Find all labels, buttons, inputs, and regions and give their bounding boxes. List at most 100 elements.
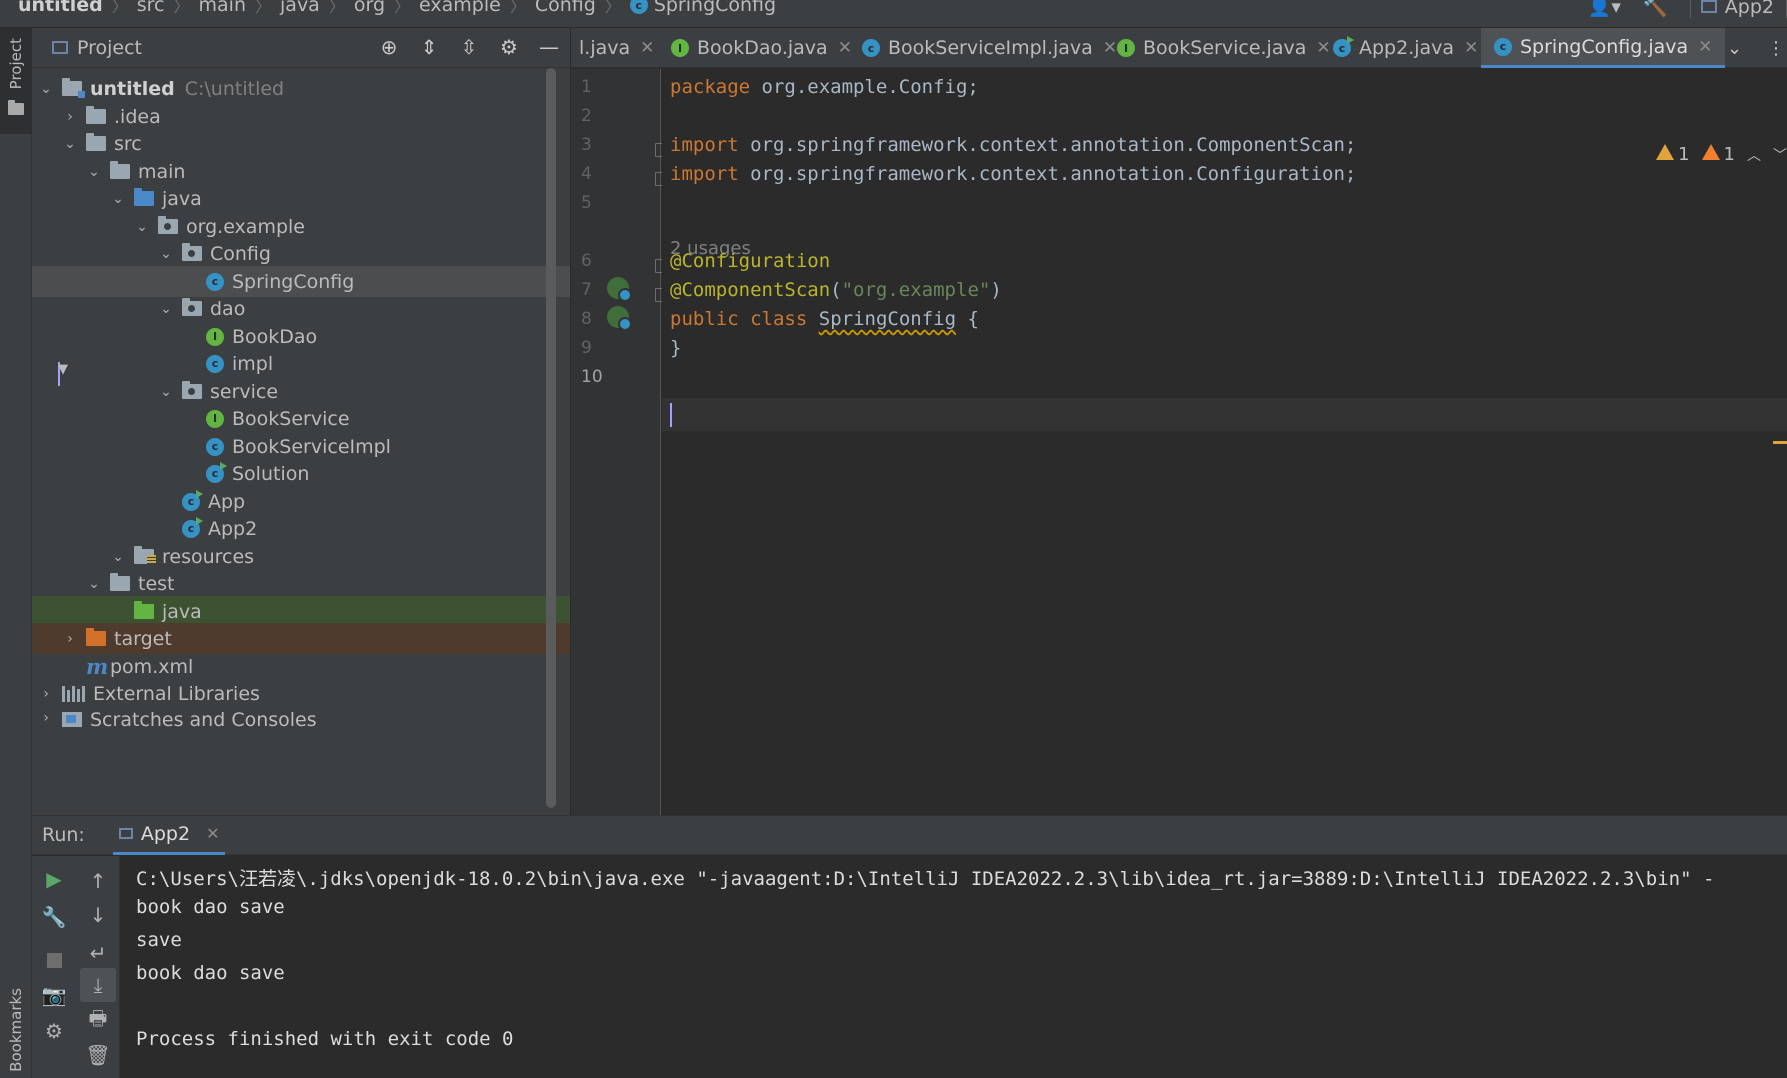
breadcrumb-separator: 〉: [509, 0, 526, 16]
camera-icon[interactable]: 📷: [32, 978, 76, 1012]
tree-item-app2[interactable]: c App2: [32, 513, 570, 544]
tree-item-java[interactable]: ⌄ java: [32, 183, 570, 214]
project-view-icon: [52, 41, 68, 54]
breadcrumb-item-untitled[interactable]: untitled: [18, 0, 103, 16]
warning-count-b[interactable]: 1: [1701, 144, 1735, 165]
package-icon: [182, 298, 202, 316]
chevron-right-icon[interactable]: ›: [38, 710, 54, 726]
chevron-right-icon[interactable]: ›: [62, 109, 78, 125]
chevron-up-icon[interactable]: ︿: [1747, 145, 1761, 165]
tree-item-label: dao: [210, 297, 246, 320]
arrow-up-icon[interactable]: ↑: [76, 864, 120, 898]
class-icon: c: [206, 354, 224, 373]
project-scrollbar[interactable]: [546, 68, 556, 808]
user-account-icon[interactable]: 👤▾: [1588, 0, 1621, 18]
chevron-down-icon[interactable]: ⌄: [158, 301, 174, 317]
project-view-title[interactable]: Project: [77, 37, 142, 59]
tree-item-src[interactable]: ⌄ src: [32, 128, 570, 159]
scrollbar-warning-marker[interactable]: [1773, 441, 1787, 444]
collapse-all-icon[interactable]: ⇳: [456, 34, 482, 60]
wrench-icon[interactable]: 🔧: [32, 900, 76, 934]
tree-item-bookservice[interactable]: I BookService: [32, 403, 570, 434]
chevron-right-icon[interactable]: ›: [62, 631, 78, 647]
breadcrumb-item-springconfig[interactable]: SpringConfig: [654, 0, 776, 16]
code-text: org.springframework.context.annotation.C…: [738, 163, 1357, 185]
chevron-down-icon[interactable]: ﹀: [1773, 145, 1787, 165]
chevron-down-icon[interactable]: ⌄: [38, 81, 54, 97]
build-hammer-icon[interactable]: 🔨: [1643, 0, 1668, 18]
tree-item-external-libraries[interactable]: › External Libraries: [32, 678, 570, 709]
warning-count-text: 1: [1678, 144, 1690, 165]
chevron-down-icon[interactable]: ⌄: [110, 191, 126, 207]
tree-item-test[interactable]: ⌄ test: [32, 568, 570, 599]
more-options-icon[interactable]: ⋮: [1767, 28, 1785, 68]
code-text: org.example.Config;: [750, 76, 979, 98]
breadcrumb-item-src[interactable]: src: [137, 0, 165, 16]
chevron-down-icon[interactable]: ⌄: [134, 219, 150, 235]
line-number: 3: [581, 135, 592, 155]
soft-wrap-icon[interactable]: ↵: [76, 936, 120, 970]
trash-icon[interactable]: 🗑: [76, 1038, 120, 1072]
close-icon[interactable]: ✕: [206, 824, 219, 843]
tab-bookserviceimpl[interactable]: c BookServiceImpl.java ✕: [862, 28, 1117, 68]
test-source-folder-icon: [134, 601, 154, 619]
chevron-down-icon[interactable]: ⌄: [86, 164, 102, 180]
chevron-down-icon[interactable]: ⌄: [110, 549, 126, 565]
breadcrumb-separator: 〉: [255, 0, 272, 16]
tree-item-target[interactable]: › target: [32, 623, 570, 654]
bookmarks-tool-tab[interactable]: Bookmarks: [0, 978, 32, 1078]
breadcrumb-item-main[interactable]: main: [199, 0, 246, 16]
tree-item-config[interactable]: ⌄ Config: [32, 238, 570, 269]
chevron-down-icon[interactable]: ⌄: [62, 136, 78, 152]
chevron-down-icon[interactable]: ⌄: [86, 576, 102, 592]
close-icon[interactable]: ✕: [1316, 38, 1330, 58]
tree-item-untitled[interactable]: ⌄ untitled C:\untitled: [32, 73, 570, 104]
breadcrumb-item-org[interactable]: org: [354, 0, 385, 16]
tab-springconfig[interactable]: c SpringConfig.java ✕: [1481, 28, 1726, 68]
run-console[interactable]: C:\Users\汪若凌\.jdks\openjdk-18.0.2\bin\ja…: [121, 856, 1787, 1078]
hide-panel-icon[interactable]: —: [536, 34, 562, 60]
close-icon[interactable]: ✕: [1698, 37, 1712, 57]
package-icon: [158, 216, 178, 234]
close-icon[interactable]: ✕: [1464, 38, 1478, 58]
print-icon[interactable]: 🖶: [76, 1004, 120, 1038]
tab-hidden-java[interactable]: l.java ✕: [579, 28, 654, 68]
spring-bean-gutter-icon[interactable]: [607, 277, 632, 302]
maven-icon: m: [86, 654, 109, 679]
warning-count-a[interactable]: 1: [1656, 144, 1690, 165]
tree-item-solution[interactable]: c Solution: [32, 458, 570, 489]
breadcrumb-item-java[interactable]: java: [280, 0, 320, 16]
interface-icon: I: [1117, 39, 1135, 57]
gear-icon[interactable]: ⚙: [496, 34, 522, 60]
breadcrumb-item-config[interactable]: Config: [535, 0, 596, 16]
tab-app2[interactable]: c App2.java ✕: [1333, 28, 1478, 68]
project-tool-tab[interactable]: Project: [0, 28, 32, 134]
close-icon[interactable]: ✕: [1103, 38, 1117, 58]
chevron-down-icon[interactable]: ⌄: [1727, 28, 1742, 68]
select-opened-file-icon[interactable]: ⊕: [376, 34, 402, 60]
tree-item-dao[interactable]: ⌄ dao: [32, 293, 570, 324]
chevron-right-icon[interactable]: ›: [38, 686, 54, 702]
tab-bookdao[interactable]: I BookDao.java ✕: [671, 28, 852, 68]
tab-bookservice[interactable]: I BookService.java ✕: [1117, 28, 1331, 68]
run-label: Run:: [42, 824, 85, 846]
settings-icon[interactable]: ⚙: [32, 1014, 76, 1048]
run-tab-app2[interactable]: App2 ✕: [112, 815, 226, 855]
run-configuration-selector[interactable]: App2: [1689, 0, 1787, 18]
spring-config-gutter-icon[interactable]: [607, 306, 632, 331]
inspection-widget[interactable]: 1 1 ︿ ﹀: [1656, 144, 1787, 165]
close-icon[interactable]: ✕: [640, 38, 654, 58]
chevron-down-icon[interactable]: ⌄: [158, 384, 174, 400]
code-editor[interactable]: package org.example.Config; import org.s…: [662, 69, 1787, 815]
keyword: import: [670, 134, 739, 156]
stop-icon[interactable]: [32, 943, 76, 977]
breadcrumb-item-example[interactable]: example: [419, 0, 501, 16]
tree-item-impl[interactable]: c impl: [32, 348, 570, 379]
chevron-down-icon[interactable]: ⌄: [158, 246, 174, 262]
rerun-icon[interactable]: ▶: [32, 862, 76, 896]
tree-item-scratches[interactable]: › Scratches and Consoles: [32, 706, 570, 728]
expand-all-icon[interactable]: ⇕: [416, 34, 442, 60]
arrow-down-icon[interactable]: ↓: [76, 898, 120, 932]
scroll-to-end-icon[interactable]: ⤓: [80, 968, 116, 1002]
close-icon[interactable]: ✕: [838, 38, 852, 58]
